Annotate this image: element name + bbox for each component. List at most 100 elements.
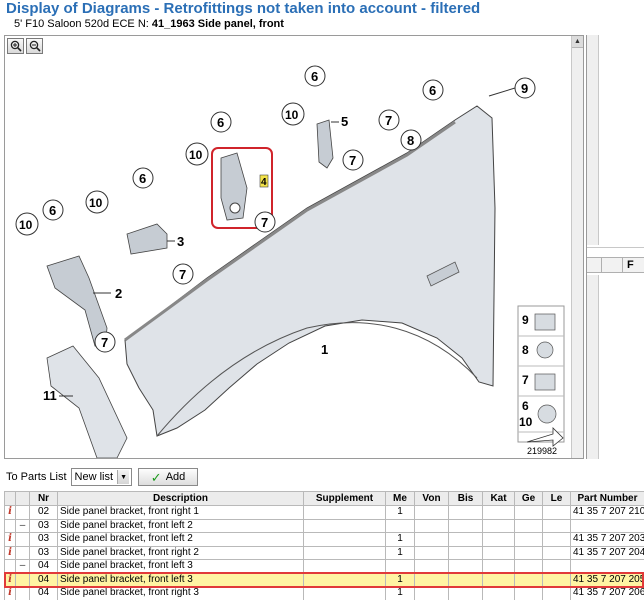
callout-10-c[interactable]: 10	[85, 190, 109, 214]
table-row[interactable]: i 03 Side panel bracket, front left 2 1 41 3…	[4, 532, 644, 547]
legend-7[interactable]: 7	[522, 373, 529, 387]
svg-text:1: 1	[321, 342, 328, 357]
side-header-f: F	[627, 259, 634, 271]
table-row[interactable]: i 04 Side panel bracket, front right 3 1 41 …	[4, 586, 644, 600]
svg-text:6: 6	[311, 69, 318, 84]
row-bis	[448, 572, 483, 587]
row-info-icon[interactable]: i	[4, 505, 16, 520]
table-row[interactable]: i 03 Side panel bracket, front right 2 1 41 …	[4, 545, 644, 560]
row-part-number	[570, 559, 644, 574]
col-nr[interactable]: Nr	[29, 491, 58, 506]
row-nr: 04	[29, 586, 58, 600]
row-von	[414, 532, 449, 547]
callout-10-a[interactable]: 10	[185, 142, 209, 166]
scroll-up-icon[interactable]: ▲	[572, 36, 583, 48]
row-kat	[482, 532, 515, 547]
table-row[interactable]: i 04 Side panel bracket, front left 3 1 41 3…	[4, 572, 644, 587]
row-group-dash	[15, 545, 30, 560]
callout-5[interactable]: 5	[331, 114, 348, 129]
row-ge	[514, 532, 543, 547]
col-bis[interactable]: Bis	[448, 491, 483, 506]
chevron-down-icon[interactable]: ▼	[117, 470, 130, 484]
row-me: 1	[385, 545, 415, 560]
col-kat[interactable]: Kat	[482, 491, 515, 506]
col-von[interactable]: Von	[414, 491, 449, 506]
callout-6-e[interactable]: 6	[42, 199, 64, 221]
col-ge[interactable]: Ge	[514, 491, 543, 506]
row-le	[542, 572, 571, 587]
callout-7-e[interactable]: 7	[94, 331, 116, 353]
group-prefix: N:	[137, 18, 149, 30]
callout-7-d[interactable]: 7	[172, 263, 194, 285]
add-button[interactable]: ✓ Add	[138, 468, 199, 486]
fastener-legend: 9 8 7 6 10	[517, 305, 565, 447]
row-info-icon[interactable]	[4, 559, 16, 574]
vehicle-name: 5' F10 Saloon 520d ECE	[14, 18, 135, 30]
row-info-icon[interactable]: i	[4, 545, 16, 560]
col-part-number[interactable]: Part Number	[570, 491, 644, 506]
legend-8[interactable]: 8	[522, 343, 529, 357]
svg-text:7: 7	[349, 153, 356, 168]
legend-9[interactable]: 9	[522, 313, 529, 327]
table-row[interactable]: –04 Side panel bracket, front left 3	[4, 559, 644, 574]
col-info[interactable]	[4, 491, 16, 506]
row-info-icon[interactable]: i	[4, 572, 16, 587]
row-von	[414, 586, 449, 600]
table-row[interactable]: i 02 Side panel bracket, front right 1 1 41 …	[4, 505, 644, 520]
callout-4[interactable]: 4	[261, 177, 267, 188]
row-supplement	[303, 559, 386, 574]
legend-10[interactable]: 10	[519, 415, 533, 429]
to-parts-list-label: To Parts List	[6, 471, 67, 483]
side-panel: F	[586, 35, 644, 459]
table-row[interactable]: –03 Side panel bracket, front left 2	[4, 518, 644, 533]
callout-7-c[interactable]: 7	[254, 211, 276, 233]
diagram-scrollbar[interactable]: ▲	[571, 36, 583, 458]
callout-6-a[interactable]: 6	[210, 111, 232, 133]
diagram-toolbar	[5, 36, 583, 56]
row-description: Side panel bracket, front right 1	[57, 505, 304, 520]
parts-toolbar: To Parts List New list ▼ ✓ Add	[4, 466, 644, 488]
col-me[interactable]: Me	[385, 491, 415, 506]
callout-7-a[interactable]: 7	[378, 109, 400, 131]
row-le	[542, 545, 571, 560]
col-supplement[interactable]: Supplement	[303, 491, 386, 506]
callout-10-d[interactable]: 10	[15, 212, 39, 236]
svg-text:7: 7	[261, 215, 268, 230]
callout-6-d[interactable]: 6	[132, 167, 154, 189]
callout-6-b[interactable]: 6	[304, 65, 326, 87]
row-info-icon[interactable]: i	[4, 586, 16, 600]
callout-9[interactable]: 9	[488, 77, 536, 99]
parts-table: Nr Description Supplement Me Von Bis Kat…	[4, 491, 644, 600]
side-scrollbar-top[interactable]	[587, 35, 599, 245]
callout-1[interactable]: 1	[321, 342, 328, 357]
side-scrollbar-bottom[interactable]	[587, 275, 599, 459]
side-header-cell	[601, 258, 623, 272]
svg-text:7: 7	[179, 267, 186, 282]
zoom-out-button[interactable]	[26, 38, 43, 54]
row-description: Side panel bracket, front right 3	[57, 586, 304, 600]
row-le	[542, 505, 571, 520]
callout-8[interactable]: 8	[400, 129, 422, 151]
callout-7-b[interactable]: 7	[342, 149, 364, 171]
checkmark-icon: ✓	[150, 469, 162, 485]
callout-3[interactable]: 3	[167, 234, 184, 249]
row-info-icon[interactable]	[4, 518, 16, 533]
row-description: Side panel bracket, front left 3	[57, 572, 304, 587]
zoom-in-button[interactable]	[7, 38, 24, 54]
row-ge	[514, 559, 543, 574]
callout-10-b[interactable]: 10	[281, 102, 305, 126]
row-kat	[482, 545, 515, 560]
callout-2[interactable]: 2	[93, 286, 122, 301]
col-le[interactable]: Le	[542, 491, 571, 506]
legend-6[interactable]: 6	[522, 399, 529, 413]
row-von	[414, 572, 449, 587]
callout-6-c[interactable]: 6	[422, 79, 444, 101]
col-expand[interactable]	[15, 491, 30, 506]
row-part-number: 41 35 7 207 206	[570, 586, 644, 600]
col-description[interactable]: Description	[57, 491, 304, 506]
svg-text:8: 8	[407, 133, 414, 148]
parts-list-select[interactable]: New list ▼	[70, 468, 133, 486]
vehicle-breadcrumb: 5' F10 Saloon 520d ECE N: 41_1963 Side p…	[14, 18, 284, 30]
svg-text:10: 10	[19, 218, 33, 232]
row-info-icon[interactable]: i	[4, 532, 16, 547]
